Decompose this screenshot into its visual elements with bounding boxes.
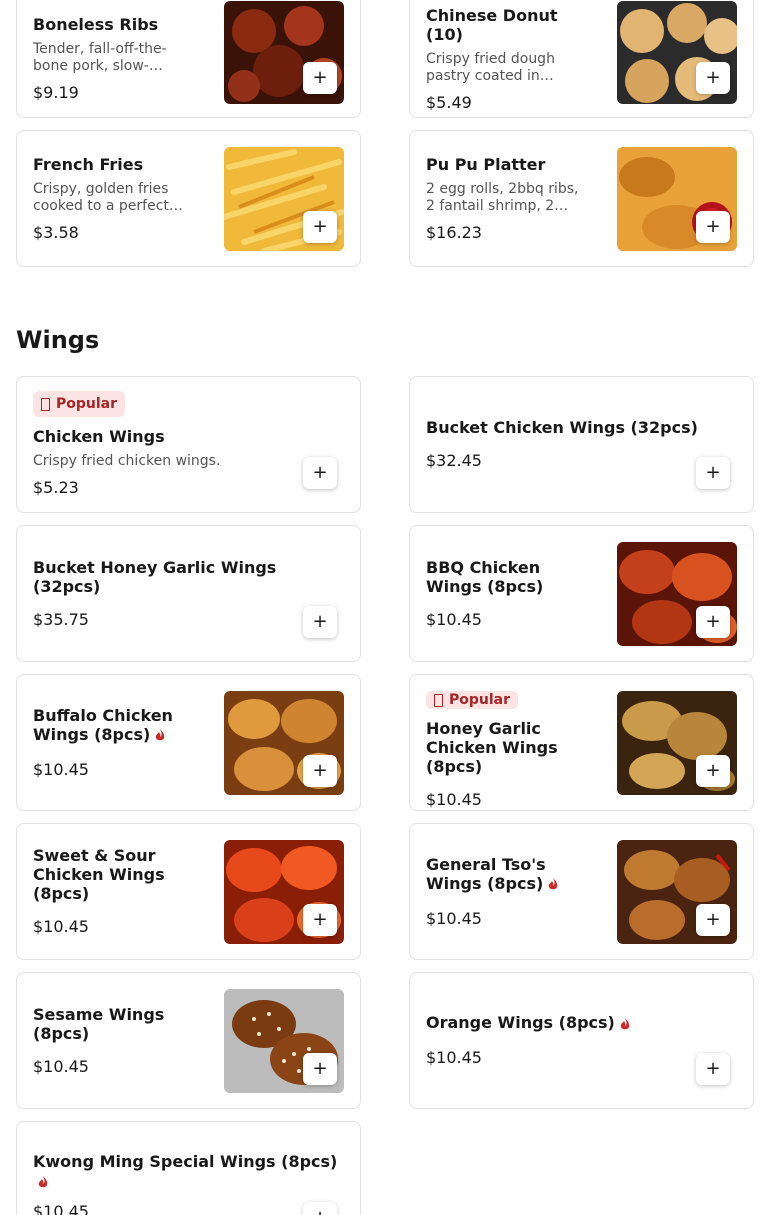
plus-icon: + (705, 462, 721, 483)
item-name: Pu Pu Platter (426, 154, 546, 174)
item-price: $35.75 (33, 609, 89, 629)
item-price: $10.45 (33, 917, 89, 936)
popular-badge-icon (434, 693, 443, 707)
item-description: Crispy fried chicken wings. (33, 453, 221, 469)
menu-item-card[interactable]: Sweet & Sour Chicken Wings (8pcs) $10.45… (16, 823, 361, 960)
chili-pepper-icon (549, 878, 558, 890)
menu-item-card[interactable]: French Fries Crispy, golden fries cooked… (16, 130, 361, 267)
plus-icon: + (312, 760, 328, 781)
item-price: $10.45 (33, 1202, 89, 1215)
plus-icon: + (312, 1209, 327, 1215)
item-description: Crispy fried dough pastry coated in… (426, 50, 555, 84)
popular-badge-icon (41, 397, 50, 411)
add-to-cart-button[interactable]: + (696, 211, 730, 243)
item-name: Orange Wings (8pcs) (426, 1013, 726, 1032)
popular-badge-label: Popular (449, 692, 511, 708)
popular-badge-label: Popular (56, 396, 118, 412)
item-name: Buffalo Chicken Wings (8pcs) (33, 706, 193, 744)
item-price: $10.45 (426, 790, 482, 809)
plus-icon: + (705, 909, 721, 930)
plus-icon: + (312, 611, 328, 632)
plus-icon: + (312, 216, 328, 237)
add-to-cart-button[interactable]: + (696, 606, 730, 638)
item-name-text: Orange Wings (8pcs) (426, 1013, 615, 1032)
add-to-cart-button[interactable]: + (303, 62, 337, 94)
item-name-text: General Tso's Wings (8pcs) (426, 854, 546, 893)
item-price: $10.45 (426, 609, 482, 629)
add-to-cart-button[interactable]: + (303, 457, 337, 489)
add-to-cart-button[interactable]: + (303, 606, 337, 638)
item-price: $10.45 (33, 759, 89, 779)
item-name: Bucket Honey Garlic Wings (32pcs) (33, 557, 277, 596)
item-name: French Fries (33, 154, 144, 174)
popular-badge: Popular (426, 691, 519, 709)
menu-item-card[interactable]: Buffalo Chicken Wings (8pcs) $10.45 + (16, 674, 361, 811)
add-to-cart-button[interactable]: + (303, 1202, 337, 1215)
item-description: Tender, fall-off-the-bone pork, slow-… (33, 41, 167, 74)
item-price: $9.19 (33, 83, 79, 102)
menu-item-card[interactable]: Bucket Chicken Wings (32pcs) $32.45 + (409, 376, 754, 513)
item-name: Kwong Ming Special Wings (8pcs) (33, 1152, 343, 1190)
menu-item-card[interactable]: Orange Wings (8pcs) $10.45 + (409, 972, 754, 1109)
plus-icon: + (705, 611, 721, 632)
menu-item-card[interactable]: General Tso's Wings (8pcs) $10.45 + (409, 823, 754, 960)
plus-icon: + (312, 462, 328, 483)
plus-icon: + (705, 216, 721, 237)
item-name-text: Buffalo Chicken Wings (8pcs) (33, 705, 173, 744)
add-to-cart-button[interactable]: + (303, 755, 337, 787)
item-price: $10.45 (33, 1056, 89, 1076)
item-name-text: Kwong Ming Special Wings (8pcs) (33, 1152, 338, 1171)
plus-icon: + (705, 67, 721, 88)
menu-item-card[interactable]: Chinese Donut (10) Crispy fried dough pa… (409, 0, 754, 118)
add-to-cart-button[interactable]: + (696, 62, 730, 94)
plus-icon: + (312, 67, 328, 88)
item-price: $5.23 (33, 478, 79, 497)
item-price: $3.58 (33, 222, 79, 242)
item-price: $32.45 (426, 451, 482, 470)
item-description: 2 egg rolls, 2bbq ribs, 2 fantail shrimp… (426, 180, 579, 214)
menu-item-card[interactable]: Pu Pu Platter 2 egg rolls, 2bbq ribs, 2 … (409, 130, 754, 267)
add-to-cart-button[interactable]: + (696, 1053, 730, 1085)
plus-icon: + (705, 1058, 721, 1079)
menu-item-card[interactable]: BBQ Chicken Wings (8pcs) $10.45 + (409, 525, 754, 662)
chili-pepper-icon (38, 1175, 48, 1187)
item-price: $10.45 (426, 908, 482, 928)
chili-pepper-icon (620, 1017, 630, 1029)
section-title-wings: Wings (16, 326, 100, 354)
add-to-cart-button[interactable]: + (303, 904, 337, 936)
plus-icon: + (312, 909, 328, 930)
menu-item-card[interactable]: Popular Chicken Wings Crispy fried chick… (16, 376, 361, 513)
menu-item-card[interactable]: Popular Honey Garlic Chicken Wings (8pcs… (409, 674, 754, 811)
chili-pepper-icon (156, 729, 165, 741)
plus-icon: + (312, 1058, 328, 1079)
item-name: General Tso's Wings (8pcs) (426, 855, 576, 893)
add-to-cart-button[interactable]: + (303, 1053, 337, 1085)
add-to-cart-button[interactable]: + (696, 457, 730, 489)
add-to-cart-button[interactable]: + (303, 211, 337, 243)
menu-item-card[interactable]: Sesame Wings (8pcs) $10.45 + (16, 972, 361, 1109)
item-name: Sweet & Sour Chicken Wings (8pcs) (33, 846, 165, 903)
item-price: $5.49 (426, 92, 472, 112)
add-to-cart-button[interactable]: + (696, 755, 730, 787)
item-name: BBQ Chicken Wings (8pcs) (426, 557, 544, 596)
menu-item-card[interactable]: Boneless Ribs Tender, fall-off-the-bone … (16, 0, 361, 118)
menu-item-card[interactable]: Bucket Honey Garlic Wings (32pcs) $35.75… (16, 525, 361, 662)
item-price: $10.45 (426, 1048, 482, 1067)
item-name: Chinese Donut (10) (426, 5, 558, 44)
add-to-cart-button[interactable]: + (696, 904, 730, 936)
item-name: Bucket Chicken Wings (32pcs) (426, 418, 698, 437)
item-name: Boneless Ribs (33, 15, 159, 34)
plus-icon: + (705, 760, 721, 781)
item-name: Chicken Wings (33, 427, 165, 446)
menu-item-card[interactable]: Kwong Ming Special Wings (8pcs) $10.45 + (16, 1121, 361, 1215)
item-description: Crispy, golden fries cooked to a perfect… (33, 180, 183, 214)
item-name: Honey Garlic Chicken Wings (8pcs) (426, 719, 558, 776)
item-price: $16.23 (426, 222, 482, 242)
item-name: Sesame Wings (8pcs) (33, 1004, 165, 1043)
popular-badge: Popular (33, 391, 126, 417)
